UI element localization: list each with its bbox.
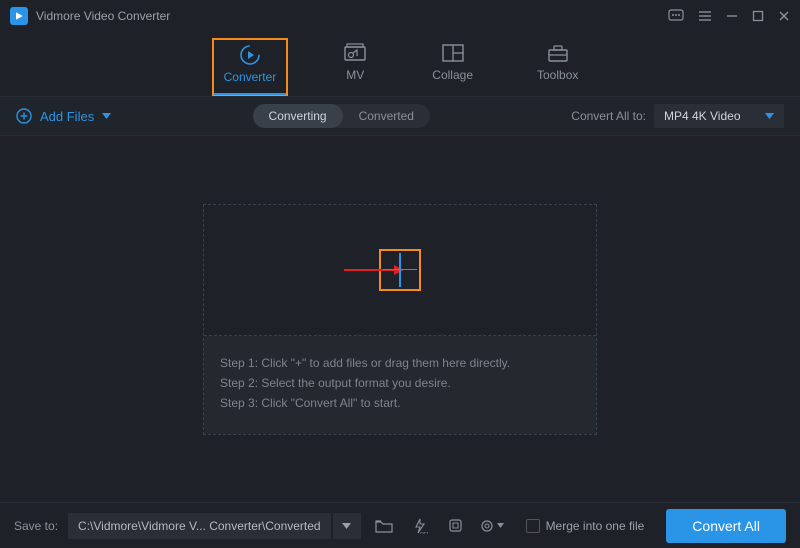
chevron-down-icon — [497, 523, 504, 528]
chevron-down-icon — [102, 113, 111, 119]
feedback-icon[interactable] — [668, 9, 684, 23]
merge-label: Merge into one file — [546, 519, 645, 533]
step-text: Step 2: Select the output format you des… — [220, 376, 580, 390]
add-file-plus-button[interactable] — [379, 249, 421, 291]
output-format-value: MP4 4K Video — [664, 109, 741, 123]
settings-button[interactable] — [479, 513, 505, 539]
chevron-down-icon — [765, 113, 774, 119]
window-controls — [668, 9, 790, 23]
chip-icon — [447, 517, 464, 534]
step-text: Step 1: Click "+" to add files or drag t… — [220, 356, 580, 370]
app-title: Vidmore Video Converter — [36, 9, 668, 23]
maximize-icon[interactable] — [752, 10, 764, 22]
merge-checkbox[interactable]: Merge into one file — [526, 519, 645, 533]
instructions: Step 1: Click "+" to add files or drag t… — [204, 336, 596, 434]
tab-label: Converter — [224, 70, 277, 84]
dropzone[interactable]: Step 1: Click "+" to add files or drag t… — [203, 204, 597, 435]
add-files-button[interactable]: Add Files — [16, 108, 111, 124]
tab-label: MV — [346, 68, 364, 82]
titlebar: Vidmore Video Converter — [0, 0, 800, 32]
minimize-icon[interactable] — [726, 10, 738, 22]
svg-text:OFF: OFF — [420, 532, 428, 534]
save-path-dropdown[interactable] — [333, 513, 361, 539]
task-schedule-button[interactable] — [443, 513, 469, 539]
chevron-down-icon — [342, 523, 351, 529]
tab-label: Collage — [432, 68, 473, 82]
tab-converter[interactable]: Converter — [212, 38, 289, 96]
bottombar: Save to: C:\Vidmore\Vidmore V... Convert… — [0, 502, 800, 548]
save-path-field[interactable]: C:\Vidmore\Vidmore V... Converter\Conver… — [68, 513, 331, 539]
segment-converting[interactable]: Converting — [253, 104, 343, 128]
save-to-label: Save to: — [14, 519, 58, 533]
tab-mv[interactable]: MV — [332, 38, 378, 96]
convert-all-to-label: Convert All to: — [571, 109, 646, 123]
convert-all-to: Convert All to: MP4 4K Video — [571, 104, 784, 128]
tab-label: Toolbox — [537, 68, 578, 82]
collage-icon — [440, 42, 466, 64]
segment-converted[interactable]: Converted — [343, 104, 430, 128]
close-icon[interactable] — [778, 10, 790, 22]
step-text: Step 3: Click "Convert All" to start. — [220, 396, 580, 410]
status-segmented: Converting Converted — [253, 104, 430, 128]
main-tabs: Converter MV Collage Toolbox — [0, 32, 800, 96]
checkbox-icon — [526, 519, 540, 533]
convert-all-button[interactable]: Convert All — [666, 509, 786, 543]
tab-toolbox[interactable]: Toolbox — [527, 38, 588, 96]
app-logo-icon — [10, 7, 28, 25]
workspace: Step 1: Click "+" to add files or drag t… — [0, 136, 800, 502]
bolt-off-icon: OFF — [412, 518, 428, 534]
add-files-label: Add Files — [40, 109, 94, 124]
plus-circle-icon — [16, 108, 32, 124]
output-format-dropdown[interactable]: MP4 4K Video — [654, 104, 784, 128]
tab-collage[interactable]: Collage — [422, 38, 483, 96]
hardware-accel-button[interactable]: OFF — [407, 513, 433, 539]
drop-area[interactable] — [204, 205, 596, 335]
converter-icon — [237, 44, 263, 66]
mv-icon — [342, 42, 368, 64]
open-folder-button[interactable] — [371, 513, 397, 539]
toolbox-icon — [545, 42, 571, 64]
toolbar: Add Files Converting Converted Convert A… — [0, 96, 800, 136]
folder-icon — [375, 519, 393, 533]
gear-icon — [479, 518, 495, 534]
menu-icon[interactable] — [698, 10, 712, 22]
save-path-value: C:\Vidmore\Vidmore V... Converter\Conver… — [78, 519, 321, 533]
